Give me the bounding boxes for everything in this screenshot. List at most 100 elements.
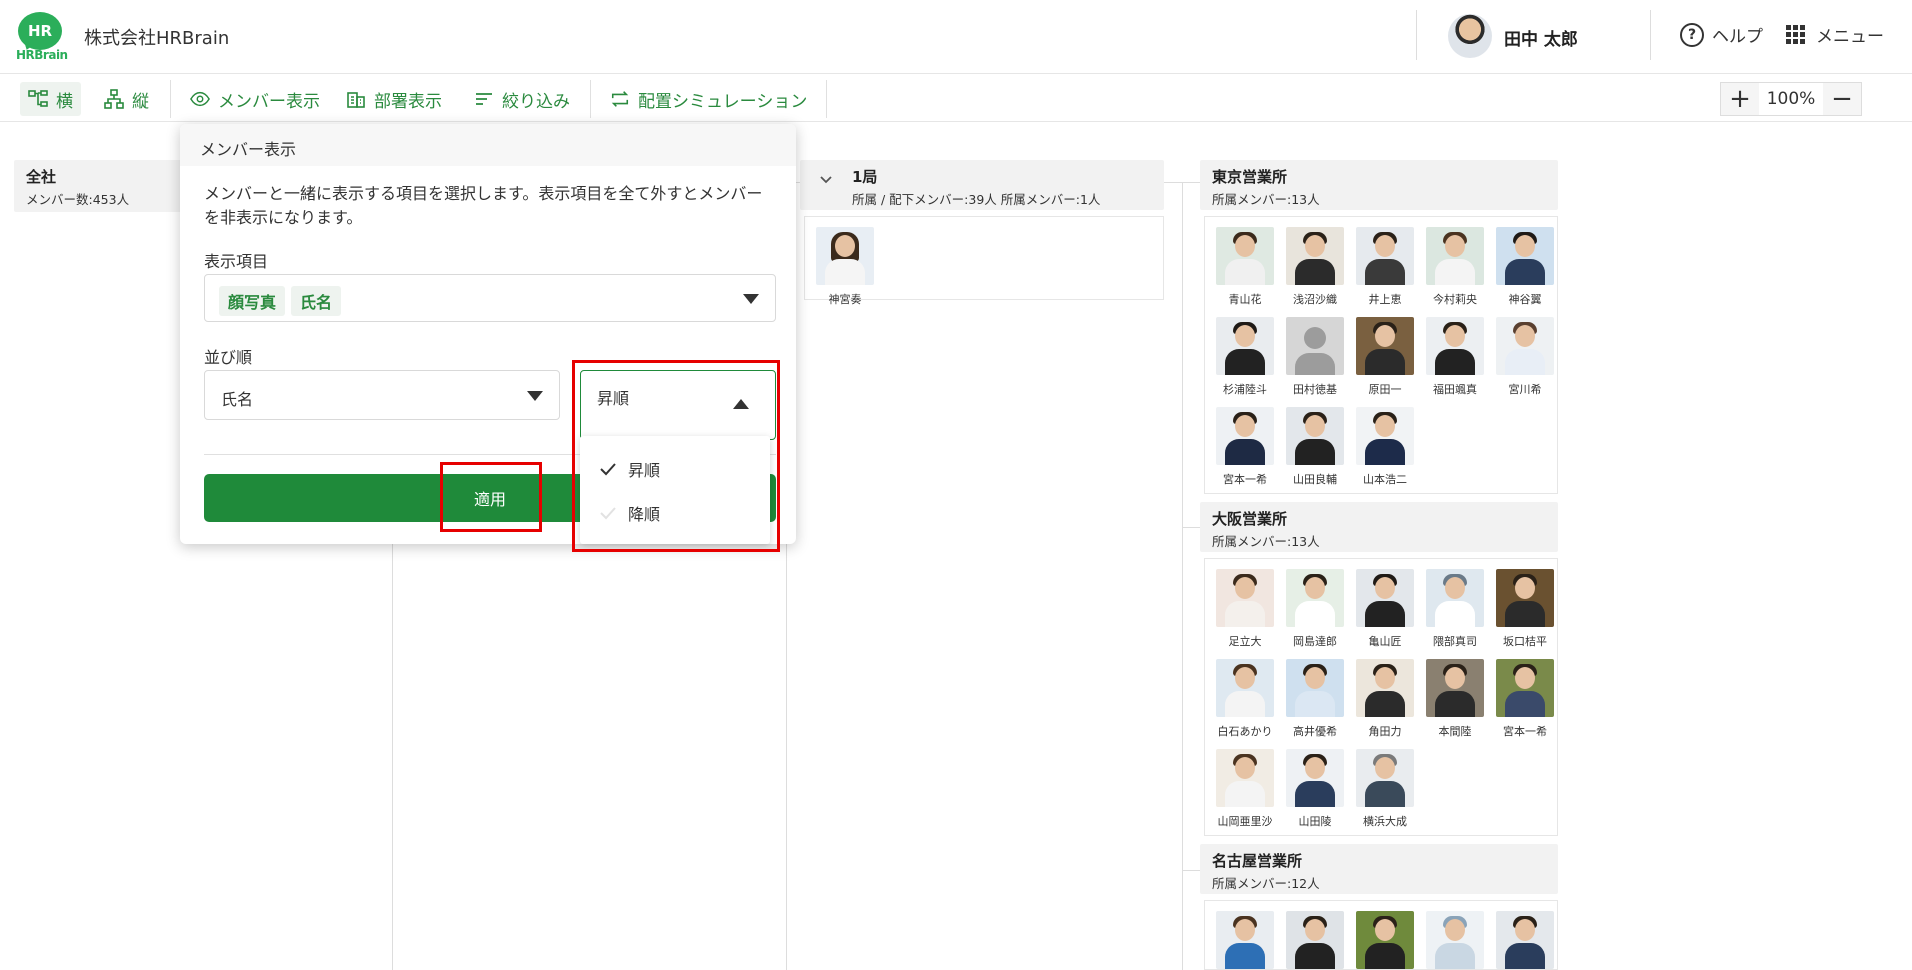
member-name: 今村莉央 — [1433, 293, 1477, 306]
user-avatar[interactable] — [1448, 14, 1492, 58]
node-title: 大阪営業所 — [1212, 510, 1288, 528]
member-display-button[interactable]: メンバー表示 — [182, 82, 328, 116]
sort-field-select[interactable]: 氏名 — [204, 370, 560, 420]
org-node-osaka[interactable]: 大阪営業所 所属メンバー:13人 — [1200, 502, 1558, 552]
member-card[interactable]: 高井優希 — [1285, 659, 1345, 739]
filter-label: 絞り込み — [502, 91, 570, 112]
member-card[interactable]: 角田力 — [1355, 659, 1415, 739]
org-node-tokyo[interactable]: 東京営業所 所属メンバー:13人 — [1200, 160, 1558, 210]
popover-title: メンバー表示 — [180, 124, 796, 166]
user-name[interactable]: 田中 太郎 — [1504, 25, 1578, 50]
member-name: 本間陸 — [1438, 725, 1472, 738]
member-card[interactable] — [1285, 911, 1345, 969]
member-name: 宮川希 — [1508, 383, 1542, 396]
member-card[interactable] — [1355, 911, 1415, 969]
member-card[interactable]: 亀山匠 — [1355, 569, 1415, 649]
chip-photo[interactable]: 顔写真 — [219, 286, 286, 316]
member-card[interactable]: 宮本一希 — [1215, 407, 1275, 487]
member-list: 青山花 浅沼沙織 井上恵 今村莉央 神谷翼杉浦陸斗 田村徳基 原田一 福田颯真 宮川希宮本一希 山… — [1204, 216, 1558, 494]
member-photo — [1286, 407, 1344, 465]
org-node-root[interactable]: 全社 メンバー数:453人 — [14, 160, 184, 212]
help-label: ヘルプ — [1712, 27, 1763, 47]
member-card[interactable]: 神谷翼 — [1495, 227, 1555, 307]
member-card[interactable]: 宮本一希 — [1495, 659, 1555, 739]
toolbar-divider — [826, 80, 827, 118]
member-card[interactable]: 横浜大成 — [1355, 749, 1415, 829]
zoom-level: 100% — [1766, 89, 1816, 109]
member-name: 宮本一希 — [1223, 473, 1267, 486]
member-photo — [816, 227, 874, 285]
member-photo — [1216, 659, 1274, 717]
hrbrain-logo[interactable]: HR HRBrain — [14, 10, 68, 62]
zoom-control: + 100% − — [1720, 82, 1862, 116]
member-photo — [1496, 911, 1554, 969]
member-name: 浅沼沙織 — [1293, 293, 1337, 306]
member-name: 横浜大成 — [1363, 815, 1407, 828]
zoom-in-button[interactable]: + — [1721, 83, 1759, 115]
member-card[interactable]: 山本浩二 — [1355, 407, 1415, 487]
question-icon: ? — [1680, 22, 1704, 47]
member-card[interactable]: 青山花 — [1215, 227, 1275, 307]
member-card[interactable]: 山岡亜里沙 — [1215, 749, 1275, 829]
menu-button[interactable]: メニュー — [1786, 22, 1884, 47]
menu-label: メニュー — [1816, 27, 1884, 47]
popover-description: メンバーと一緒に表示する項目を選択します。表示項目を全て外すとメンバーを非表示に… — [204, 184, 763, 227]
member-card[interactable]: 今村莉央 — [1425, 227, 1485, 307]
node-title: 名古屋営業所 — [1212, 852, 1303, 870]
filter-lines-icon — [474, 89, 494, 109]
chevron-down-icon[interactable] — [818, 172, 834, 193]
member-card[interactable]: 足立大 — [1215, 569, 1275, 649]
member-card[interactable]: 山田陵 — [1285, 749, 1345, 829]
zoom-out-button[interactable]: − — [1823, 83, 1861, 115]
logo-brand: HRBrain — [16, 48, 68, 62]
member-name: 青山花 — [1228, 293, 1262, 306]
node-title: 1局 — [852, 168, 878, 186]
org-node-nagoya[interactable]: 名古屋営業所 所属メンバー:12人 — [1200, 844, 1558, 894]
member-photo — [1356, 749, 1414, 807]
node-member-count: 所属メンバー:13人 — [1212, 192, 1320, 207]
member-photo — [1356, 569, 1414, 627]
layout-horizontal-button[interactable]: 横 — [20, 82, 81, 116]
toolbar-divider — [170, 80, 171, 118]
member-photo — [1286, 749, 1344, 807]
member-card[interactable]: 隈部真司 — [1425, 569, 1485, 649]
member-card[interactable]: 神宮奏 — [815, 227, 875, 307]
help-button[interactable]: ? ヘルプ — [1680, 22, 1763, 47]
member-card[interactable]: 岡島達郎 — [1285, 569, 1345, 649]
member-card[interactable]: 本間陸 — [1425, 659, 1485, 739]
placement-simulation-label: 配置シミュレーション — [638, 91, 808, 112]
member-card[interactable]: 井上恵 — [1355, 227, 1415, 307]
display-items-select[interactable]: 顔写真 氏名 — [204, 274, 776, 322]
member-card[interactable]: 原田一 — [1355, 317, 1415, 397]
member-card[interactable]: 白石あかり — [1215, 659, 1275, 739]
member-name: 角田力 — [1368, 725, 1402, 738]
member-card[interactable]: 田村徳基 — [1285, 317, 1345, 397]
member-photo — [1216, 569, 1274, 627]
department-display-label: 部署表示 — [374, 91, 442, 112]
chip-name[interactable]: 氏名 — [291, 286, 342, 316]
member-card[interactable]: 福田颯真 — [1425, 317, 1485, 397]
member-photo — [1426, 911, 1484, 969]
member-card[interactable] — [1425, 911, 1485, 969]
connector-line — [1182, 182, 1183, 970]
member-card[interactable]: 杉浦陸斗 — [1215, 317, 1275, 397]
placement-simulation-button[interactable]: 配置シミュレーション — [602, 82, 815, 116]
vertical-tree-icon — [104, 89, 124, 109]
org-node-1kyoku[interactable]: 1局 所属 / 配下メンバー:39人 所属メンバー:1人 — [800, 160, 1164, 210]
member-photo — [1426, 227, 1484, 285]
layout-vertical-label: 縦 — [132, 91, 149, 112]
display-items-label: 表示項目 — [204, 252, 269, 271]
member-card[interactable] — [1495, 911, 1555, 969]
filter-button[interactable]: 絞り込み — [466, 82, 578, 116]
layout-vertical-button[interactable]: 縦 — [96, 82, 157, 116]
department-display-button[interactable]: 部署表示 — [338, 82, 450, 116]
member-name: 神宮奏 — [828, 293, 862, 306]
member-photo — [1496, 569, 1554, 627]
member-card[interactable]: 山田良輔 — [1285, 407, 1345, 487]
member-card[interactable] — [1215, 911, 1275, 969]
member-card[interactable]: 浅沼沙織 — [1285, 227, 1345, 307]
member-name: 原田一 — [1368, 383, 1402, 396]
member-card[interactable]: 坂口桔平 — [1495, 569, 1555, 649]
member-list — [1204, 900, 1558, 970]
member-card[interactable]: 宮川希 — [1495, 317, 1555, 397]
